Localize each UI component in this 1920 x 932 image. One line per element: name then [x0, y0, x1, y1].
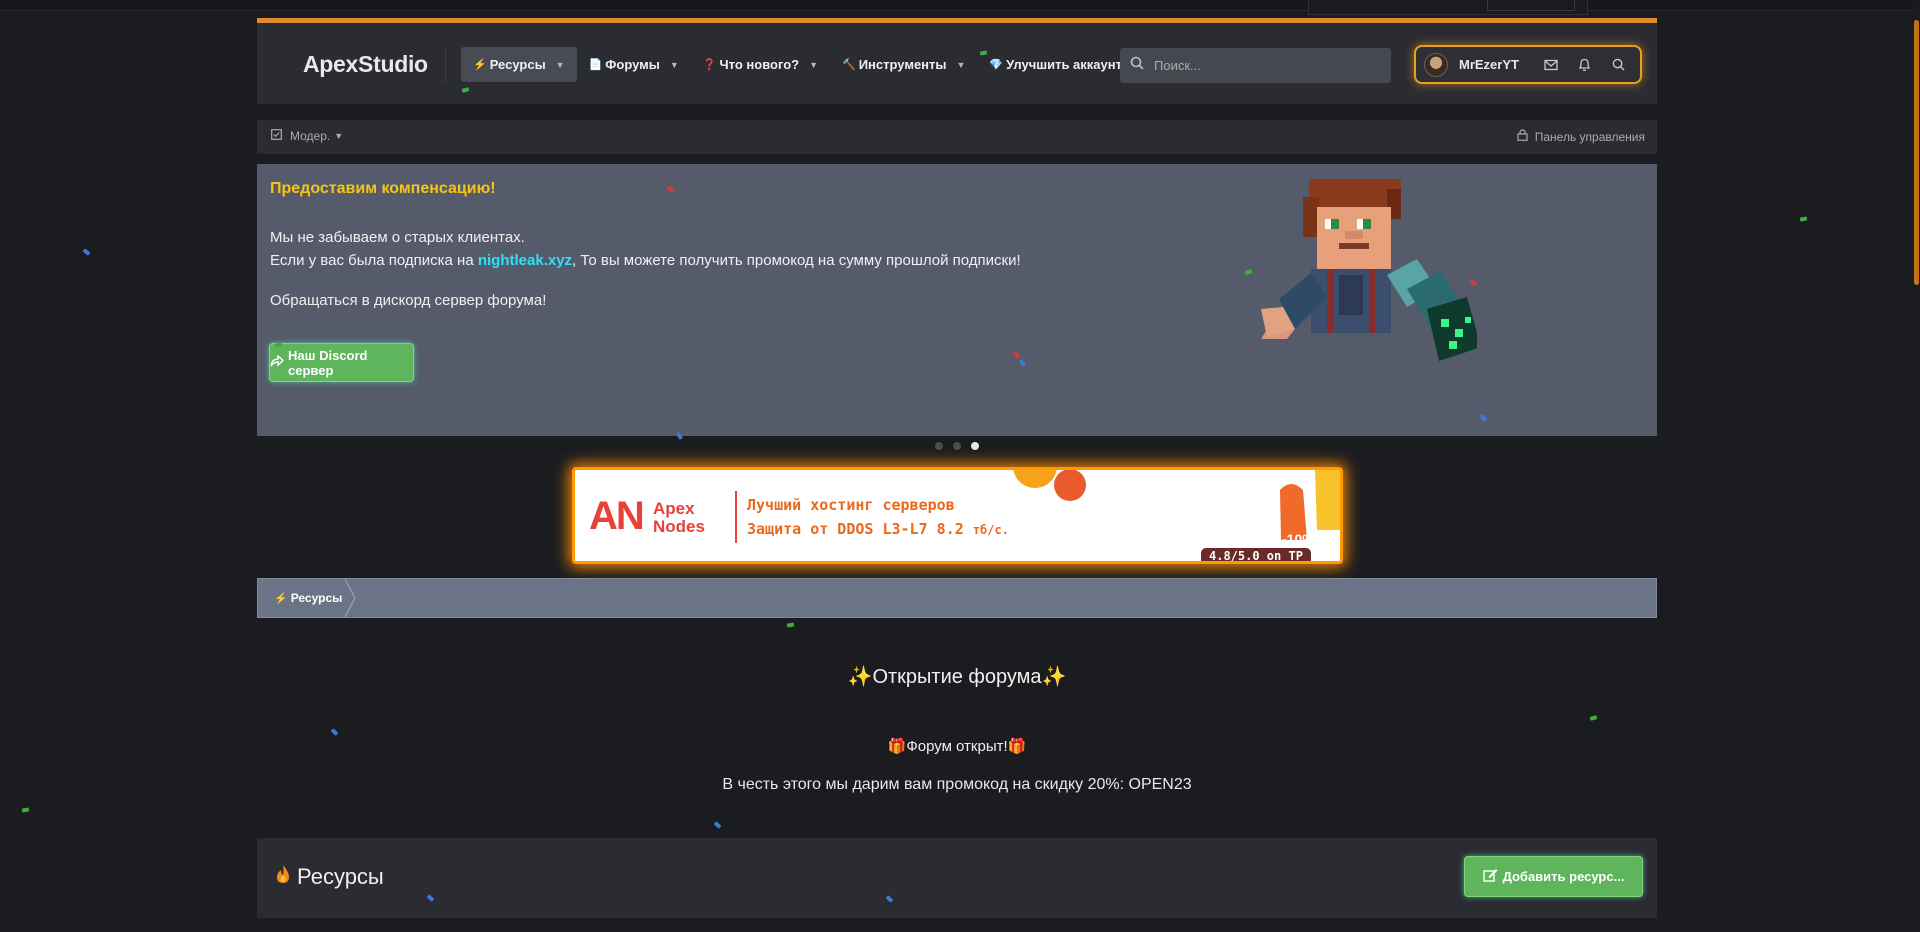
- slide-line-3: Обращаться в дискорд сервер форума!: [270, 292, 547, 309]
- nav-label: Улучшить аккаунт: [1006, 57, 1122, 72]
- minecraft-character-image: [1261, 179, 1477, 361]
- nav-item-forums[interactable]: 📄 Форумы ▼: [577, 47, 691, 82]
- fire-icon: [275, 864, 297, 890]
- slider-dots: [257, 442, 1657, 452]
- discord-button[interactable]: Наш Discord сервер: [269, 343, 414, 382]
- banner-line-2-main: Защита от DDOS L3-L7 8.2: [747, 520, 964, 538]
- question-icon: ❓: [702, 59, 717, 71]
- banner-divider: [735, 491, 737, 543]
- banner-logo-line-1: Apex: [653, 499, 695, 518]
- chevron-down-icon: ▼: [334, 131, 344, 141]
- nav-label: Ресурсы: [489, 57, 546, 72]
- nightleak-link[interactable]: nightleak.xyz: [478, 252, 572, 269]
- slide-line-2-suffix: , То вы можете получить промокод на сумм…: [572, 252, 1021, 269]
- resources-title-label: Ресурсы: [297, 864, 384, 889]
- sub-nav: Модер. ▼ Панель управления: [257, 120, 1657, 154]
- hammer-icon: 🔨: [842, 59, 856, 71]
- user-bar: MrEzerYT: [1414, 45, 1642, 84]
- slider-dot-2[interactable]: [953, 442, 961, 450]
- banner-logo-mark: AN: [589, 494, 645, 538]
- username[interactable]: MrEzerYT: [1459, 57, 1519, 72]
- slide-line-2-prefix: Если у вас была подписка на: [270, 252, 478, 269]
- confetti-piece: [1589, 715, 1598, 721]
- banner-line-2-unit: тб/с.: [972, 523, 1009, 537]
- confetti-piece: [21, 807, 30, 813]
- nav-divider: [445, 49, 446, 83]
- edit-icon: [1482, 868, 1503, 885]
- nav-label: Что нового?: [719, 57, 800, 72]
- apex-nodes-banner[interactable]: AN Apex Nodes Лучший хостинг серверов За…: [572, 467, 1343, 564]
- chevron-down-icon[interactable]: ▼: [670, 60, 679, 70]
- search-icon[interactable]: [1609, 55, 1629, 75]
- main-nav: ⚡ Ресурсы ▼ 📄 Форумы ▼ ❓ Что нового? ▼ 🔨…: [461, 47, 1134, 82]
- search-input[interactable]: [1152, 57, 1376, 74]
- resources-header: Ресурсы Добавить ресурс...: [257, 838, 1657, 918]
- slide-title: Предоставим компенсацию!: [270, 180, 496, 197]
- banner-discount: -10%: [1282, 531, 1315, 547]
- checkbox-icon: [271, 129, 290, 143]
- add-resource-label: Добавить ресурс...: [1502, 869, 1625, 884]
- scrollbar-thumb[interactable]: [1914, 20, 1919, 285]
- slide-line-1: Мы не забываем о старых клиентах.: [270, 229, 525, 246]
- slider-dot-3[interactable]: [971, 442, 979, 450]
- confetti-piece: [713, 821, 722, 829]
- banner-logo-text: Apex Nodes: [653, 500, 705, 536]
- breadcrumb-label: Ресурсы: [290, 591, 343, 605]
- slider-dot-1[interactable]: [935, 442, 943, 450]
- banner-logo-line-2: Nodes: [653, 517, 705, 536]
- discord-button-label: Наш Discord сервер: [288, 347, 368, 378]
- top-overlay-field: [1487, 0, 1575, 11]
- search-icon: [1130, 56, 1144, 75]
- site-logo[interactable]: ApexStudio: [303, 51, 428, 78]
- add-resource-button[interactable]: Добавить ресурс...: [1464, 856, 1643, 897]
- moderation-label: Модер.: [290, 129, 331, 143]
- gem-icon: 💎: [989, 59, 1004, 71]
- lightning-icon: ⚡: [473, 59, 487, 71]
- moderation-menu[interactable]: Модер. ▼: [271, 129, 343, 143]
- nav-item-whats-new[interactable]: ❓ Что нового? ▼: [691, 47, 830, 82]
- admin-panel-link[interactable]: Панель управления: [1517, 129, 1645, 144]
- slide-line-2: Если у вас была подписка на nightleak.xy…: [270, 249, 1021, 272]
- breadcrumb: ⚡ Ресурсы: [257, 578, 1657, 618]
- banner-line-2: Защита от DDOS L3-L7 8.2 тб/с.: [747, 520, 1009, 538]
- avatar[interactable]: [1424, 52, 1448, 77]
- browser-top-strip: [0, 0, 1920, 15]
- share-icon: [270, 354, 288, 370]
- confetti-piece: [330, 728, 339, 736]
- announcement-subtitle: 🎁Форум открыт!🎁: [887, 738, 1027, 755]
- nav-item-resources[interactable]: ⚡ Ресурсы ▼: [461, 47, 577, 82]
- chevron-down-icon[interactable]: ▼: [809, 60, 818, 70]
- lock-icon: [1517, 129, 1535, 144]
- confetti-piece: [82, 248, 91, 256]
- nav-label: Форумы: [605, 57, 660, 72]
- nav-label: Инструменты: [858, 57, 947, 72]
- scrollbar[interactable]: [1913, 0, 1920, 932]
- confetti-piece: [1799, 216, 1808, 222]
- nav-item-upgrade[interactable]: 💎 Улучшить аккаунт: [977, 47, 1134, 82]
- banner-rating: 4.8/5.0 on TP: [1201, 548, 1311, 561]
- nav-item-tools[interactable]: 🔨 Инструменты ▼: [830, 47, 977, 82]
- bell-icon[interactable]: [1575, 55, 1595, 75]
- promo-slider: Предоставим компенсацию! Мы не забываем …: [257, 164, 1657, 436]
- admin-panel-label: Панель управления: [1534, 129, 1645, 144]
- top-overlay-box: [1308, 0, 1588, 15]
- announcement-promo: В честь этого мы дарим вам промокод на с…: [722, 776, 1192, 793]
- lightning-icon: ⚡: [274, 592, 288, 605]
- search-box[interactable]: [1120, 48, 1391, 83]
- banner-line-1: Лучший хостинг серверов: [747, 496, 955, 514]
- chevron-down-icon[interactable]: ▼: [556, 60, 565, 70]
- slide-text: Мы не забываем о старых клиентах. Если у…: [270, 226, 1021, 272]
- confetti-piece: [786, 622, 795, 628]
- page-icon: 📄: [588, 59, 603, 71]
- chevron-down-icon[interactable]: ▼: [957, 60, 966, 70]
- breadcrumb-chevron-icon: [344, 579, 356, 617]
- resources-title: Ресурсы: [275, 864, 384, 890]
- announcement-title: ✨Открытие форума✨: [847, 666, 1067, 688]
- mail-icon[interactable]: [1541, 55, 1561, 75]
